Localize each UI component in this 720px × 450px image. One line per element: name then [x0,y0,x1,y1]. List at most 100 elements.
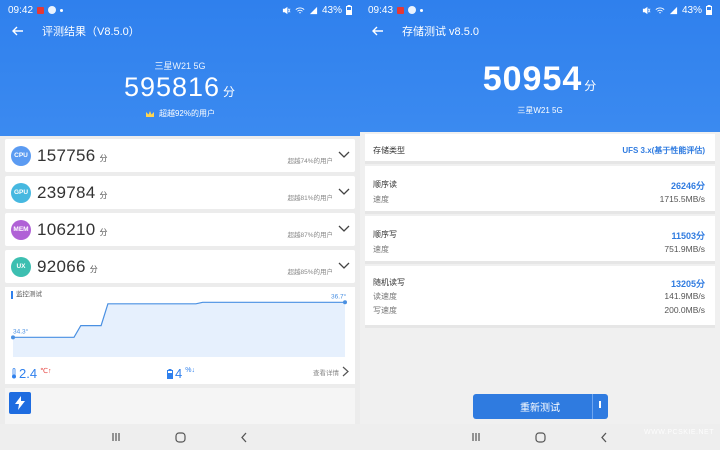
temperature-point-start [11,335,15,340]
total-score: 595816 分 [0,72,360,103]
cpu-percent: 超越74%的用户 [287,158,333,165]
system-nav-bar [360,424,720,450]
more-notifications-icon [420,8,424,12]
storage-header-area: 09:43 43% 存储测试 v8.5.0 50954 分 三星W21 5G [360,0,720,132]
seq-read-speed: 1715.5MB/s [659,194,705,204]
floating-tab-handle[interactable] [592,394,608,419]
notification-icon [37,6,45,14]
score-card-gpu[interactable]: GPU 239784 分 超越81%的用户 [5,176,355,209]
chevron-down-icon[interactable] [338,223,350,233]
device-model: 三星W21 5G [154,61,206,71]
random-rw-score: 13205分 [670,279,705,289]
temperature-rise-value: 2.4 [19,366,38,381]
chevron-down-icon[interactable] [338,186,350,196]
chevron-down-icon[interactable] [338,149,350,159]
promo-panel[interactable] [5,388,355,428]
lightning-icon[interactable] [9,392,31,414]
temperature-point-end [343,300,347,305]
battery-drop-unit: %↓ [185,367,195,374]
system-nav-bar [0,424,360,450]
app-icon [48,6,57,14]
seq-read-label: 顺序读 [373,180,397,189]
gpu-percent: 超越81%的用户 [287,195,333,202]
mute-icon [282,6,291,14]
recents-icon [472,433,480,441]
gpu-chip-icon: GPU [11,182,31,203]
ux-percent: 超越85%的用户 [287,269,333,276]
back-nav-button[interactable] [234,430,254,444]
random-write-label: 写速度 [373,306,397,315]
chevron-right-icon [342,366,349,377]
random-rw-row: 随机读写 13205分 读速度 141.9MB/s 写速度 200.0MB/s [365,266,715,328]
temperature-rise-unit: ℃↑ [40,367,52,375]
back-nav-button[interactable] [594,430,614,444]
score-card-cpu[interactable]: CPU 157756 分 超越74%的用户 [5,139,355,172]
wifi-icon [655,7,665,13]
mute-icon [642,6,651,14]
random-read-speed: 141.9MB/s [664,291,705,301]
battery-level-icon [167,368,173,379]
back-button[interactable] [372,23,392,39]
recents-icon [112,433,120,441]
back-nav-icon [241,432,247,442]
app-bar: 存储测试 v8.5.0 [360,20,720,42]
seq-write-label: 顺序写 [373,230,397,239]
benchmark-result-screen: 09:42 43% 评测结果（V8.5.0） 三星W21 5G 595816 分… [0,0,360,450]
battery-icon [706,5,712,15]
score-list: CPU 157756 分 超越74%的用户 GPU 239784 分 超越81%… [0,139,360,283]
recents-button[interactable] [466,430,486,444]
page-title: 评测结果（V8.5.0） [42,26,140,38]
recents-button[interactable] [106,430,126,444]
battery-text: 43% [321,4,342,16]
crown-icon [145,110,154,117]
storage-score-hero: 50954 分 三星W21 5G [360,42,720,132]
home-icon [174,431,186,443]
seq-read-score: 26246分 [670,181,705,191]
ux-score-unit: 分 [89,264,98,274]
cpu-score-unit: 分 [99,153,108,163]
status-bar: 09:43 43% [360,0,720,20]
random-rw-label: 随机读写 [373,278,405,287]
home-button[interactable] [170,430,190,444]
mem-score: 106210 [37,219,96,239]
gpu-score: 239784 [37,182,96,202]
battery-icon [346,5,352,15]
back-arrow-icon [12,26,23,36]
back-button[interactable] [12,23,32,39]
rank-label: 超越92%的用户 [158,109,215,118]
retest-button[interactable]: 重新测试 [473,394,607,419]
temperature-label-start: 34.3° [13,327,29,335]
seq-write-score: 11503分 [671,231,705,241]
gpu-score-unit: 分 [99,190,108,200]
header-area: 09:42 43% 评测结果（V8.5.0） 三星W21 5G 595816 分… [0,0,360,136]
score-card-ux[interactable]: UX 92066 分 超越85%的用户 [5,250,355,283]
chevron-down-icon[interactable] [338,260,350,270]
total-score-unit: 分 [223,85,237,99]
battery-drop-value: 4 [175,366,183,381]
page-title: 存储测试 v8.5.0 [402,26,480,38]
random-write-speed: 200.0MB/s [664,305,705,315]
wifi-icon [295,7,305,13]
status-bar: 09:42 43% [0,0,360,20]
temperature-label-end: 36.7° [331,292,347,300]
back-arrow-icon [372,26,383,36]
total-score-value: 595816 [123,72,221,102]
view-details-link[interactable]: 查看详情 [313,366,349,377]
seq-read-speed-label: 速度 [373,195,389,204]
site-watermark: WWW.PCSKIE.NET [644,429,714,436]
app-icon [408,6,417,14]
home-button[interactable] [530,430,550,444]
rank-text: 超越92%的用户 [0,108,360,119]
device-model: 三星W21 5G [517,106,563,115]
thermometer-icon [12,368,16,379]
storage-type-value: UFS 3.x(基于性能评估) [622,146,705,155]
score-card-mem[interactable]: MEM 106210 分 超越87%的用户 [5,213,355,246]
app-bar: 评测结果（V8.5.0） [0,20,360,42]
storage-test-screen: 09:43 43% 存储测试 v8.5.0 50954 分 三星W21 5G 存… [360,0,720,450]
random-read-label: 读速度 [373,292,397,301]
view-details-label: 查看详情 [313,369,339,377]
storage-score-unit: 分 [584,79,598,93]
temperature-monitor-panel: 监控测试 34.3° 36.7° 2.4 ℃↑ 4 %↓ 查看详情 [5,287,355,384]
back-nav-icon [601,432,607,442]
notification-icon [397,6,405,14]
